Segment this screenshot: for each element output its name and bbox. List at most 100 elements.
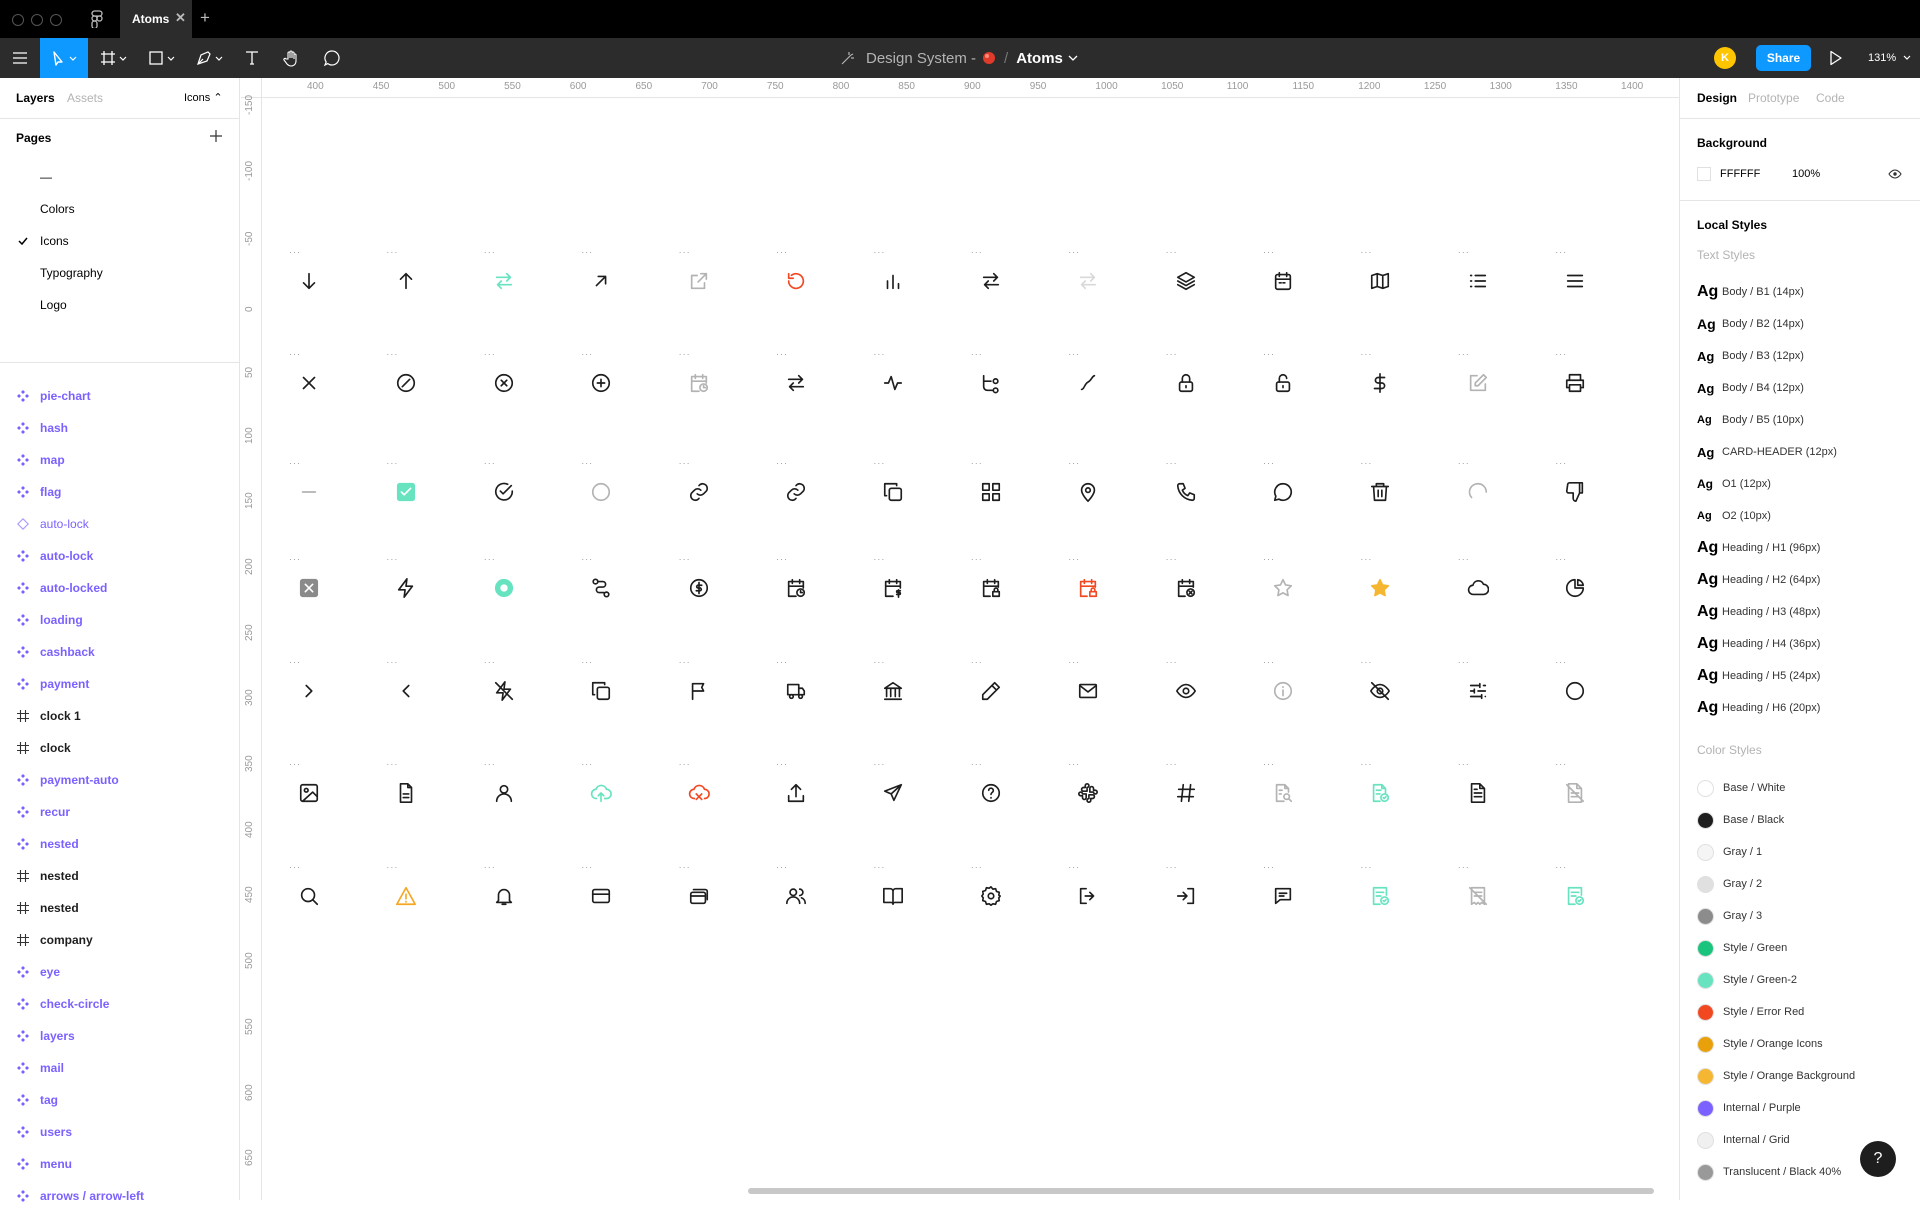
icon-component[interactable]: ··· [1360, 247, 1400, 301]
background-swatch[interactable] [1697, 167, 1711, 181]
icon-component[interactable]: ··· [679, 657, 719, 711]
icon-component[interactable]: ··· [581, 458, 621, 512]
icon-component[interactable]: ··· [581, 554, 621, 608]
icon-component[interactable]: ··· [581, 247, 621, 301]
layer-row[interactable]: clock 1 [0, 700, 239, 732]
color-style-item[interactable]: Gray / 1 [1697, 842, 1762, 862]
layer-row[interactable]: cashback [0, 636, 239, 668]
icon-component[interactable]: ··· [873, 349, 913, 403]
window-close-control[interactable] [12, 14, 24, 26]
close-tab-icon[interactable]: ✕ [175, 10, 186, 26]
background-hex[interactable]: FFFFFF [1720, 168, 1760, 180]
color-style-item[interactable]: Style / Error Red [1697, 1002, 1804, 1022]
zoom-level[interactable]: 131% [1868, 52, 1896, 64]
color-style-item[interactable]: Style / Green [1697, 938, 1787, 958]
text-style-item[interactable]: Ag Body / B4 (12px) [1697, 378, 1804, 398]
color-style-item[interactable]: Gray / 3 [1697, 906, 1762, 926]
icon-component[interactable]: ··· [484, 247, 524, 301]
icon-component[interactable]: ··· [873, 657, 913, 711]
icon-component[interactable]: ··· [873, 554, 913, 608]
text-style-item[interactable]: Ag Body / B3 (12px) [1697, 346, 1804, 366]
icon-component[interactable]: ··· [581, 657, 621, 711]
layer-row[interactable]: auto-lock [0, 540, 239, 572]
main-menu-button[interactable] [0, 38, 40, 78]
icon-component[interactable]: ··· [1166, 458, 1206, 512]
tab-design[interactable]: Design [1697, 91, 1737, 105]
icon-component[interactable]: ··· [1068, 759, 1108, 813]
text-style-item[interactable]: Ag Heading / H3 (48px) [1697, 602, 1820, 622]
icon-component[interactable]: ··· [581, 759, 621, 813]
window-maximize-control[interactable] [50, 14, 62, 26]
text-style-item[interactable]: Ag Body / B5 (10px) [1697, 410, 1804, 430]
icon-component[interactable]: ··· [1555, 657, 1595, 711]
layer-row[interactable]: map [0, 444, 239, 476]
icon-component[interactable]: ··· [1555, 247, 1595, 301]
icon-component[interactable]: ··· [484, 657, 524, 711]
icon-component[interactable]: ··· [1166, 657, 1206, 711]
color-style-item[interactable]: Gray / 2 [1697, 874, 1762, 894]
icon-component[interactable]: ··· [1068, 247, 1108, 301]
icon-component[interactable]: ··· [971, 862, 1011, 916]
color-style-item[interactable]: Style / Orange Background [1697, 1066, 1855, 1086]
layer-row[interactable]: recur [0, 796, 239, 828]
icon-component[interactable]: ··· [1263, 458, 1303, 512]
layer-row[interactable]: auto-lock [0, 508, 239, 540]
layer-row[interactable]: company [0, 924, 239, 956]
shape-tool-button[interactable] [144, 38, 184, 78]
eye-icon[interactable] [1888, 169, 1902, 179]
icon-component[interactable]: ··· [386, 554, 426, 608]
new-tab-button[interactable]: + [200, 8, 210, 28]
icon-component[interactable]: ··· [1068, 458, 1108, 512]
icon-component[interactable]: ··· [679, 247, 719, 301]
icon-component[interactable]: ··· [289, 349, 329, 403]
icon-component[interactable]: ··· [873, 862, 913, 916]
page-item[interactable]: Logo [40, 298, 67, 312]
text-style-item[interactable]: Ag Heading / H5 (24px) [1697, 666, 1820, 686]
icon-component[interactable]: ··· [289, 862, 329, 916]
icon-component[interactable]: ··· [1360, 862, 1400, 916]
layer-row[interactable]: users [0, 1116, 239, 1148]
icon-component[interactable]: ··· [386, 349, 426, 403]
icon-component[interactable]: ··· [971, 759, 1011, 813]
icon-component[interactable]: ··· [1555, 759, 1595, 813]
icon-component[interactable]: ··· [776, 862, 816, 916]
icon-component[interactable]: ··· [873, 458, 913, 512]
avatar[interactable]: K [1714, 47, 1736, 69]
frame-tool-button[interactable] [96, 38, 136, 78]
icon-component[interactable]: ··· [1068, 554, 1108, 608]
layer-row[interactable]: pie-chart [0, 380, 239, 412]
icon-component[interactable]: ··· [971, 247, 1011, 301]
icon-component[interactable]: ··· [581, 349, 621, 403]
icon-component[interactable]: ··· [776, 458, 816, 512]
icon-component[interactable]: ··· [386, 862, 426, 916]
icon-component[interactable]: ··· [386, 458, 426, 512]
layer-row[interactable]: tag [0, 1084, 239, 1116]
pen-tool-button[interactable] [192, 38, 232, 78]
icon-component[interactable]: ··· [873, 247, 913, 301]
layer-row[interactable]: arrows / arrow-left [0, 1180, 239, 1212]
text-style-item[interactable]: Ag Heading / H6 (20px) [1697, 698, 1820, 718]
window-minimize-control[interactable] [31, 14, 43, 26]
canvas[interactable]: ··· ··· ··· ··· ··· ··· ··· ··· ··· ··· ··· ··· ··· ·… [262, 98, 1679, 1200]
icon-component[interactable]: ··· [679, 759, 719, 813]
icon-component[interactable]: ··· [1263, 349, 1303, 403]
horizontal-scrollbar[interactable] [748, 1188, 1654, 1194]
file-title[interactable]: Design System - / Atoms [840, 38, 1078, 78]
color-style-item[interactable]: Internal / Grid [1697, 1130, 1790, 1150]
icon-component[interactable]: ··· [289, 554, 329, 608]
icon-component[interactable]: ··· [776, 349, 816, 403]
page-item[interactable]: Typography [40, 266, 103, 280]
icon-component[interactable]: ··· [679, 349, 719, 403]
icon-component[interactable]: ··· [1166, 247, 1206, 301]
layer-row[interactable]: nested [0, 860, 239, 892]
layer-row[interactable]: menu [0, 1148, 239, 1180]
help-button[interactable]: ? [1860, 1141, 1896, 1177]
text-style-item[interactable]: Ag Heading / H2 (64px) [1697, 570, 1820, 590]
icon-component[interactable]: ··· [1458, 862, 1498, 916]
icon-component[interactable]: ··· [484, 759, 524, 813]
layer-row[interactable]: payment-auto [0, 764, 239, 796]
layer-row[interactable]: layers [0, 1020, 239, 1052]
layer-row[interactable]: nested [0, 892, 239, 924]
move-tool-button[interactable] [40, 38, 88, 78]
icon-component[interactable]: ··· [1068, 349, 1108, 403]
